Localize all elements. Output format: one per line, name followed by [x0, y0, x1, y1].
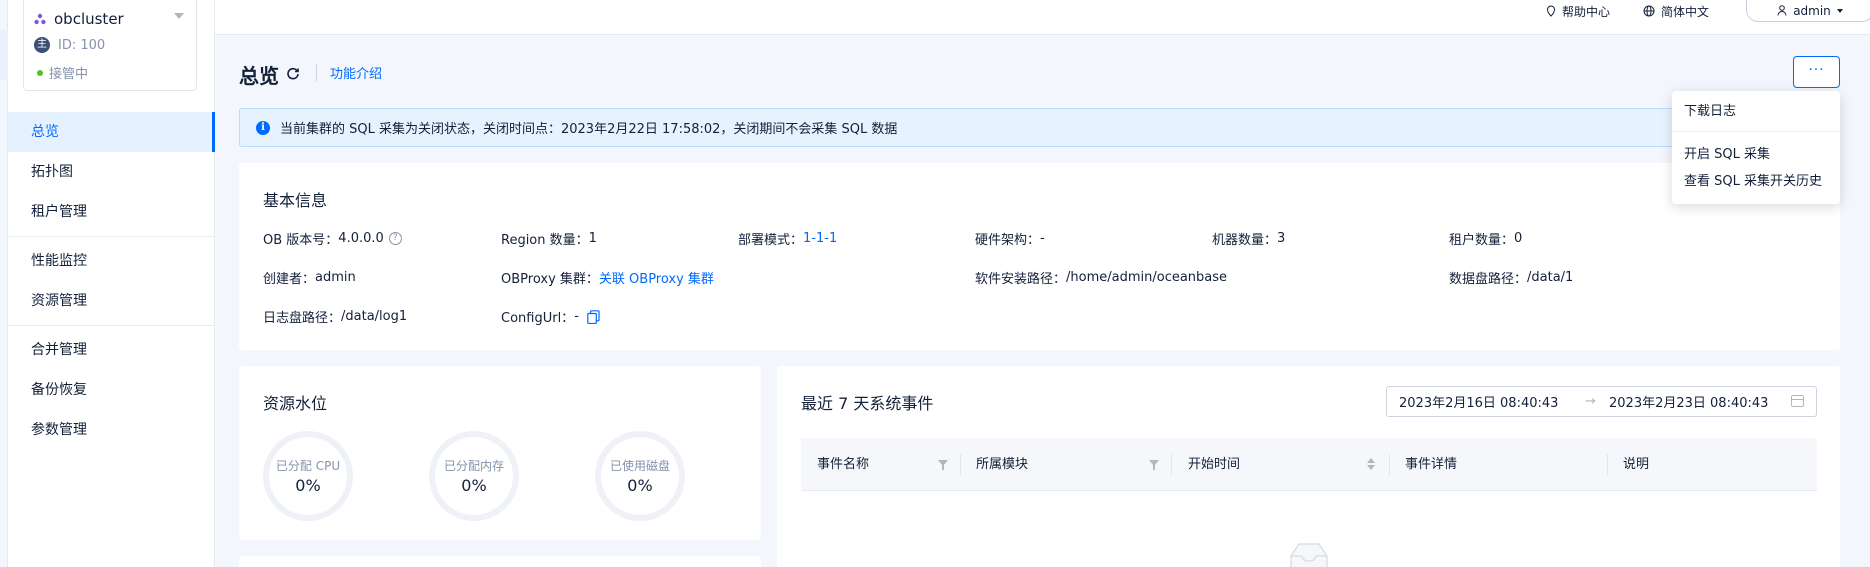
sidebar-item-overview[interactable]: 总览	[8, 112, 215, 152]
page-title: 总览	[239, 64, 279, 88]
title-separator	[316, 64, 317, 81]
column-separator	[960, 454, 961, 476]
resource-watermark-card: 资源水位 已分配 CPU 0% 已分配内存 0% 已使用磁盘 0%	[239, 366, 761, 540]
chevron-down-icon[interactable]	[174, 13, 184, 19]
system-events-card: 最近 7 天系统事件 2023年2月16日 08:40:43 → 2023年2月…	[777, 366, 1840, 567]
cluster-name: obcluster	[54, 10, 124, 28]
top-bar: 帮助中心 简体中文 admin	[215, 0, 1870, 35]
obproxy-field: OBProxy 集群： 关联 OBProxy 集群	[501, 268, 714, 287]
caret-down-icon	[1836, 8, 1843, 13]
nav-divider	[8, 325, 215, 326]
events-table-header: 事件名称 所属模块 开始时间 事件详情 说明	[801, 438, 1817, 491]
column-description: 说明	[1623, 457, 1650, 472]
deploy-mode-field: 部署模式： 1-1-1	[738, 231, 838, 248]
sidebar-item-backup[interactable]: 备份恢复	[8, 370, 215, 410]
sidebar: obcluster 主 ID: 100 接管中 总览 拓扑图 租户管理 性能监控…	[8, 0, 215, 567]
date-range-picker[interactable]: 2023年2月16日 08:40:43 → 2023年2月23日 08:40:4…	[1386, 386, 1817, 417]
column-start-time: 开始时间	[1188, 457, 1241, 472]
range-end: 2023年2月23日 08:40:43	[1609, 396, 1769, 411]
sidebar-item-parameters[interactable]: 参数管理	[8, 410, 215, 450]
id-icon: 主	[34, 37, 50, 53]
cluster-icon	[34, 13, 46, 25]
column-module: 所属模块	[976, 457, 1029, 472]
sidebar-nav: 总览 拓扑图 租户管理 性能监控 资源管理 合并管理 备份恢复 参数管理	[8, 112, 215, 450]
basic-info-title: 基本信息	[263, 191, 328, 210]
cluster-name-row: obcluster	[34, 10, 124, 28]
column-event-name: 事件名称	[817, 457, 870, 472]
column-separator	[1389, 454, 1390, 476]
sidebar-item-resources[interactable]: 资源管理	[8, 281, 215, 321]
feature-intro-link[interactable]: 功能介绍	[330, 63, 382, 82]
region-count-field: Region 数量： 1	[501, 231, 597, 248]
resource-title: 资源水位	[263, 394, 328, 413]
menu-item-enable-sql-collection[interactable]: 开启 SQL 采集	[1684, 145, 1770, 165]
hardware-arch-field: 硬件架构： -	[975, 231, 1045, 248]
cluster-status: 接管中	[49, 67, 89, 82]
menu-item-sql-collection-history[interactable]: 查看 SQL 采集开关历史	[1684, 172, 1822, 192]
sidebar-item-performance[interactable]: 性能监控	[8, 241, 215, 281]
range-start: 2023年2月16日 08:40:43	[1399, 396, 1559, 411]
menu-item-download-log[interactable]: 下载日志	[1684, 102, 1736, 122]
tenant-count-field: 租户数量： 0	[1449, 231, 1523, 248]
memory-gauge: 已分配内存 0%	[429, 431, 519, 521]
copy-icon[interactable]	[587, 309, 600, 324]
deploy-mode-link[interactable]: 1-1-1	[803, 231, 837, 246]
edge-marker	[0, 30, 8, 80]
globe-icon	[1643, 5, 1655, 17]
config-url-field: ConfigUrl： -	[501, 307, 600, 326]
range-arrow-icon: →	[1585, 394, 1596, 409]
sidebar-item-tenants[interactable]: 租户管理	[8, 192, 215, 232]
ob-version-field: OB 版本号： 4.0.0.0 ?	[263, 229, 402, 248]
column-event-detail: 事件详情	[1405, 457, 1458, 472]
secondary-card	[239, 556, 761, 567]
cluster-id-row: 主 ID: 100	[34, 37, 105, 53]
creator-field: 创建者： admin	[263, 270, 356, 287]
events-title: 最近 7 天系统事件	[801, 394, 934, 413]
filter-icon[interactable]	[1149, 460, 1159, 470]
empty-inbox-icon	[1290, 543, 1328, 567]
log-path-field: 日志盘路径： /data/log1	[263, 309, 408, 326]
sidebar-item-topology[interactable]: 拓扑图	[8, 152, 215, 192]
language-switcher[interactable]: 简体中文	[1643, 0, 1709, 22]
more-actions-menu: 下载日志 开启 SQL 采集 查看 SQL 采集开关历史	[1672, 91, 1840, 204]
info-icon: i	[256, 120, 270, 135]
machine-count-field: 机器数量： 3	[1212, 231, 1286, 248]
status-dot-icon	[37, 69, 43, 76]
install-path-field: 软件安装路径： /home/admin/oceanbase	[975, 270, 1228, 287]
cluster-id: ID: 100	[58, 37, 106, 53]
help-center-link[interactable]: 帮助中心	[1546, 0, 1610, 22]
alert-text: 当前集群的 SQL 采集为关闭状态，关闭时间点：2023年2月22日 17:58…	[280, 122, 898, 137]
filter-icon[interactable]	[938, 460, 948, 470]
cpu-gauge: 已分配 CPU 0%	[263, 431, 353, 521]
disk-gauge: 已使用磁盘 0%	[595, 431, 685, 521]
column-separator	[1171, 454, 1172, 476]
basic-info-card: 基本信息 OB 版本号： 4.0.0.0 ? Region 数量： 1 部署模式…	[239, 163, 1840, 350]
refresh-icon[interactable]	[286, 66, 300, 80]
user-menu[interactable]: admin	[1746, 0, 1870, 22]
question-circle-icon[interactable]: ?	[388, 232, 402, 245]
more-actions-button[interactable]: ···	[1793, 56, 1840, 88]
user-icon	[1777, 5, 1787, 16]
location-pin-icon	[1546, 5, 1556, 17]
obproxy-link[interactable]: 关联 OBProxy 集群	[599, 268, 714, 287]
sidebar-item-compaction[interactable]: 合并管理	[8, 330, 215, 370]
sort-icon[interactable]	[1367, 458, 1375, 470]
column-separator	[1607, 454, 1608, 476]
left-edge-strip	[0, 0, 8, 567]
calendar-icon	[1791, 395, 1804, 407]
data-path-field: 数据盘路径： /data/1	[1449, 270, 1574, 287]
cluster-status-row: 接管中	[34, 63, 88, 82]
cluster-switcher[interactable]: obcluster 主 ID: 100 接管中	[23, 0, 197, 91]
menu-separator	[1672, 131, 1840, 132]
nav-divider	[8, 236, 215, 237]
sql-collection-alert: i 当前集群的 SQL 采集为关闭状态，关闭时间点：2023年2月22日 17:…	[239, 108, 1840, 147]
